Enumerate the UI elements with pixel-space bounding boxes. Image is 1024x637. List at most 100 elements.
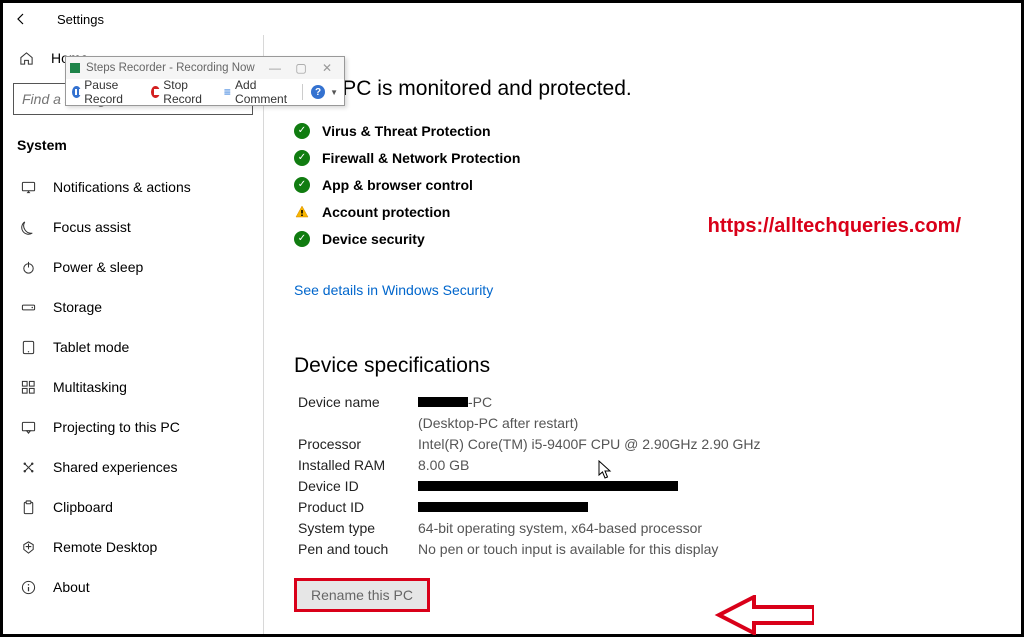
spec-product-id: Product ID	[298, 497, 991, 518]
device-specs-title: Device specifications	[294, 354, 991, 378]
sidebar-item-label: Tablet mode	[53, 339, 129, 355]
spec-device-name: Device name -PC	[298, 392, 991, 413]
spec-key: System type	[298, 518, 418, 539]
sidebar-item-about[interactable]: About	[13, 567, 253, 607]
sidebar-item-remote-desktop[interactable]: Remote Desktop	[13, 527, 253, 567]
sidebar-item-label: Remote Desktop	[53, 539, 157, 555]
spec-value	[418, 476, 991, 497]
spec-value: 64-bit operating system, x64-based proce…	[418, 518, 991, 539]
stop-icon	[151, 86, 160, 98]
sidebar-item-label: About	[53, 579, 90, 595]
close-button[interactable]: ✕	[314, 61, 340, 75]
clipboard-icon	[19, 500, 37, 515]
status-label: Virus & Threat Protection	[322, 123, 491, 139]
add-comment-icon: ≡	[223, 86, 232, 98]
spec-value: 8.00 GB	[418, 455, 991, 476]
spec-key: Installed RAM	[298, 455, 418, 476]
sidebar: Home System Notifications & actions Focu…	[3, 35, 263, 634]
spec-device-name-note: (Desktop-PC after restart)	[298, 413, 991, 434]
spec-ram: Installed RAM 8.00 GB	[298, 455, 991, 476]
sidebar-item-label: Shared experiences	[53, 459, 178, 475]
spec-key: Pen and touch	[298, 539, 418, 560]
spec-device-id: Device ID	[298, 476, 991, 497]
device-specs-table: Device name -PC (Desktop-PC after restar…	[298, 392, 991, 560]
spec-value: Intel(R) Core(TM) i5-9400F CPU @ 2.90GHz…	[418, 434, 991, 455]
security-heading: Your PC is monitored and protected.	[294, 77, 991, 101]
sidebar-item-label: Power & sleep	[53, 259, 143, 275]
check-icon: ✓	[294, 231, 310, 247]
add-comment-button[interactable]: ≡ Add Comment	[221, 78, 297, 106]
spec-key: Device name	[298, 392, 418, 413]
spec-system-type: System type 64-bit operating system, x64…	[298, 518, 991, 539]
rename-pc-button[interactable]: Rename this PC	[294, 578, 430, 612]
status-label: App & browser control	[322, 177, 473, 193]
minimize-button[interactable]: —	[262, 61, 288, 75]
warning-icon	[294, 204, 310, 220]
titlebar: Settings	[3, 3, 1021, 35]
spec-key: Product ID	[298, 497, 418, 518]
recorder-titlebar[interactable]: Steps Recorder - Recording Now — ▢ ✕	[66, 57, 344, 79]
callout-arrow-icon	[714, 595, 814, 635]
projecting-icon	[19, 420, 37, 435]
chevron-down-icon: ▼	[330, 88, 338, 97]
sidebar-item-tablet-mode[interactable]: Tablet mode	[13, 327, 253, 367]
sidebar-item-notifications[interactable]: Notifications & actions	[13, 167, 253, 207]
shared-experiences-icon	[19, 460, 37, 475]
sidebar-item-power-sleep[interactable]: Power & sleep	[13, 247, 253, 287]
spec-processor: Processor Intel(R) Core(TM) i5-9400F CPU…	[298, 434, 991, 455]
status-app-browser: ✓ App & browser control	[294, 171, 991, 198]
sidebar-item-label: Multitasking	[53, 379, 127, 395]
recorder-app-icon	[70, 63, 80, 73]
windows-security-link[interactable]: See details in Windows Security	[294, 282, 493, 298]
help-button[interactable]: ? ▼	[309, 85, 340, 99]
watermark-text: https://alltechqueries.com/	[708, 215, 961, 238]
spec-value-note: (Desktop-PC after restart)	[418, 413, 991, 434]
storage-icon	[19, 300, 37, 315]
redacted-text	[418, 502, 588, 512]
check-icon: ✓	[294, 150, 310, 166]
sidebar-item-storage[interactable]: Storage	[13, 287, 253, 327]
sidebar-item-projecting[interactable]: Projecting to this PC	[13, 407, 253, 447]
status-label: Firewall & Network Protection	[322, 150, 520, 166]
spec-value: No pen or touch input is available for t…	[418, 539, 991, 560]
window-title: Settings	[57, 12, 104, 27]
sidebar-item-multitasking[interactable]: Multitasking	[13, 367, 253, 407]
sidebar-item-focus-assist[interactable]: Focus assist	[13, 207, 253, 247]
spec-pen-touch: Pen and touch No pen or touch input is a…	[298, 539, 991, 560]
multitasking-icon	[19, 380, 37, 395]
redacted-text	[418, 481, 678, 491]
side-group-title: System	[13, 133, 253, 167]
status-label: Account protection	[322, 204, 450, 220]
steps-recorder-window[interactable]: Steps Recorder - Recording Now — ▢ ✕ Pau…	[65, 56, 345, 106]
stop-record-button[interactable]: Stop Record	[149, 78, 217, 106]
back-button[interactable]	[13, 11, 29, 27]
recorder-toolbar: Pause Record Stop Record ≡ Add Comment ?…	[66, 79, 344, 105]
sidebar-item-label: Clipboard	[53, 499, 113, 515]
check-icon: ✓	[294, 177, 310, 193]
status-firewall: ✓ Firewall & Network Protection	[294, 144, 991, 171]
info-icon	[19, 580, 37, 595]
redacted-text	[418, 397, 468, 407]
remote-desktop-icon	[19, 540, 37, 555]
home-icon	[17, 51, 35, 66]
pause-record-button[interactable]: Pause Record	[70, 78, 145, 106]
sidebar-item-clipboard[interactable]: Clipboard	[13, 487, 253, 527]
check-icon: ✓	[294, 123, 310, 139]
pause-icon	[72, 86, 81, 98]
recorder-title-text: Steps Recorder - Recording Now	[86, 62, 262, 74]
spec-key: Device ID	[298, 476, 418, 497]
status-label: Device security	[322, 231, 425, 247]
spec-key: Processor	[298, 434, 418, 455]
help-icon: ?	[311, 85, 325, 99]
separator	[302, 84, 303, 100]
spec-value: -PC	[418, 392, 991, 413]
sidebar-item-shared-experiences[interactable]: Shared experiences	[13, 447, 253, 487]
sidebar-item-label: Storage	[53, 299, 102, 315]
power-icon	[19, 260, 37, 275]
tablet-icon	[19, 340, 37, 355]
maximize-button[interactable]: ▢	[288, 61, 314, 75]
focus-assist-icon	[19, 220, 37, 235]
notifications-icon	[19, 180, 37, 195]
sidebar-item-label: Focus assist	[53, 219, 131, 235]
content-pane: Your PC is monitored and protected. ✓ Vi…	[263, 35, 1021, 634]
